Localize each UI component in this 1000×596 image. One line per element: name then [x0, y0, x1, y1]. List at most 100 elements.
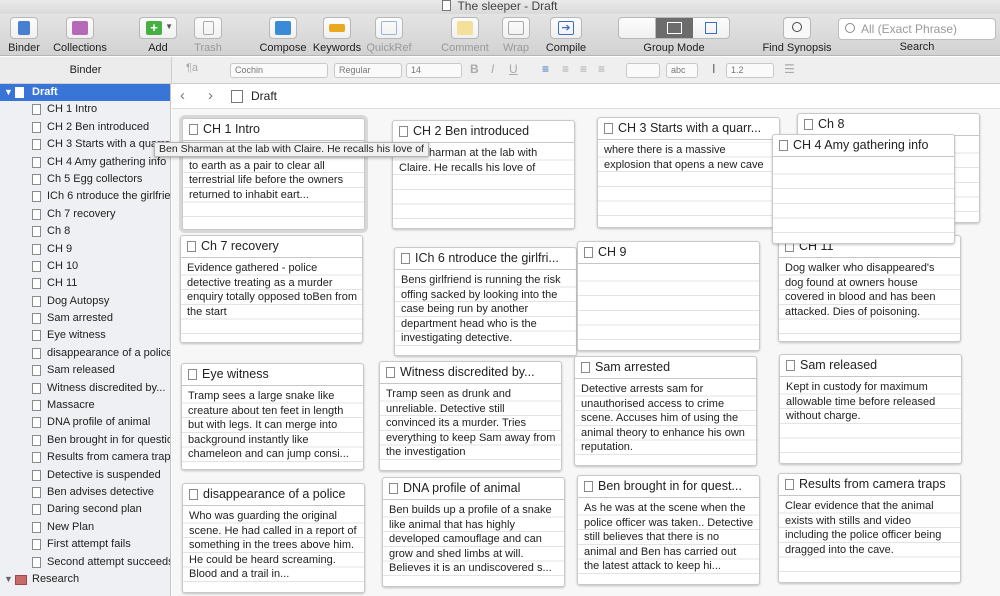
binder-item[interactable]: CH 11 [0, 275, 170, 292]
card-title[interactable]: Ben brought in for quest... [578, 476, 759, 498]
underline-icon[interactable]: U [509, 62, 518, 76]
card-synopsis[interactable]: Tramp seen as drunk and unreliable. Dete… [380, 384, 561, 470]
card-synopsis[interactable]: Ben builds up a profile of a snake like … [383, 500, 564, 586]
compose-button[interactable]: Compose [258, 17, 308, 54]
align-right-icon[interactable]: ≡ [580, 62, 587, 76]
binder-item[interactable]: Ch 5 Egg collectors [0, 171, 170, 188]
card-title[interactable]: disappearance of a police [183, 484, 364, 506]
card-synopsis[interactable]: Bens girlfriend is running the risk offi… [395, 270, 576, 355]
binder-item[interactable]: ICh 6 ntroduce the girlfriend [0, 188, 170, 205]
binder-item[interactable]: Sam released [0, 362, 170, 379]
index-card[interactable]: CH 11 Dog walker who disappeared's dog fo… [778, 235, 961, 342]
highlight-select[interactable]: abc [666, 63, 698, 78]
index-card[interactable]: Sam released Kept in custody for maximum … [779, 354, 962, 464]
card-title[interactable]: ICh 6 ntroduce the girlfri... [395, 248, 576, 270]
card-title[interactable]: DNA profile of animal [383, 478, 564, 500]
binder-item[interactable]: First attempt fails [0, 536, 170, 553]
card-synopsis[interactable]: As he was at the scene when the police o… [578, 498, 759, 584]
card-title[interactable]: CH 1 Intro [183, 119, 364, 141]
group-mode-control[interactable]: Group Mode [618, 17, 730, 54]
disclosure-triangle-icon[interactable]: ▼ [4, 571, 13, 588]
card-synopsis[interactable]: Detective arrests sam for unauthorised a… [575, 379, 756, 465]
index-card[interactable]: Witness discredited by... Tramp seen as d… [379, 361, 562, 471]
card-title[interactable]: Witness discredited by... [380, 362, 561, 384]
binder-research-folder[interactable]: ▼ Research [0, 571, 170, 588]
card-synopsis[interactable]: Kept in custody for maximum allowable ti… [780, 377, 961, 463]
index-card[interactable]: Eye witness Tramp sees a large snake like… [181, 363, 364, 470]
align-left-icon[interactable]: ≡ [542, 62, 549, 76]
trash-button[interactable]: Trash [188, 17, 228, 54]
binder-item[interactable]: CH 4 Amy gathering info [0, 154, 170, 171]
binder-item[interactable]: DNA profile of animal [0, 414, 170, 431]
disclosure-triangle-icon[interactable]: ▼ [4, 84, 13, 101]
index-card[interactable]: disappearance of a police Who was guardin… [182, 483, 365, 593]
card-title[interactable]: CH 3 Starts with a quarr... [598, 118, 779, 140]
binder-draft-folder[interactable]: ▼ Draft [0, 84, 170, 102]
binder-item[interactable]: New Plan [0, 519, 170, 536]
index-card[interactable]: CH 1 Introthe animal. Had been transport… [179, 115, 368, 233]
card-title[interactable]: CH 4 Amy gathering info [773, 135, 954, 157]
binder-item[interactable]: Daring second plan [0, 501, 170, 518]
align-justify-icon[interactable]: ≡ [598, 62, 605, 76]
wrap-button[interactable]: Wrap [496, 17, 536, 54]
binder-item[interactable]: Ch 7 recovery [0, 206, 170, 223]
index-card[interactable]: CH 4 Amy gathering info [772, 134, 955, 244]
binder-item[interactable]: Second attempt succeeds [0, 554, 170, 571]
back-arrow-icon[interactable]: ‹ [180, 87, 185, 104]
index-card[interactable]: ICh 6 ntroduce the girlfri... Bens girlfr… [394, 247, 577, 356]
binder-item[interactable]: Detective is suspended [0, 467, 170, 484]
binder-item[interactable]: Dog Autopsy [0, 293, 170, 310]
list-icon[interactable]: ☰ [784, 62, 795, 76]
bold-icon[interactable]: B [470, 62, 479, 76]
outline-mode-icon[interactable] [619, 18, 656, 38]
index-card[interactable]: Sam arrested Detective arrests sam for un… [574, 356, 757, 466]
card-title[interactable]: Eye witness [182, 364, 363, 386]
binder-item[interactable]: disappearance of a police [0, 345, 170, 362]
binder-item[interactable]: Results from camera traps [0, 449, 170, 466]
align-center-icon[interactable]: ≡ [562, 62, 569, 76]
index-card[interactable]: Results from camera traps Clear evidence … [778, 473, 961, 583]
binder-item[interactable]: Witness discredited by... [0, 380, 170, 397]
binder-item[interactable]: Ch 8 [0, 223, 170, 240]
card-synopsis[interactable]: Dog walker who disappeared's dog found a… [779, 258, 960, 341]
binder-button[interactable]: Binder [4, 17, 44, 54]
index-card[interactable]: CH 2 Ben introduced Ben Sharman at the la… [392, 120, 575, 229]
card-title[interactable]: Sam released [780, 355, 961, 377]
binder-item[interactable]: CH 3 Starts with a quarrel [0, 136, 170, 153]
binder-item[interactable]: CH 2 Ben introduced [0, 119, 170, 136]
binder-item[interactable]: CH 9 [0, 241, 170, 258]
binder-item[interactable]: Sam arrested [0, 310, 170, 327]
index-card[interactable]: Ben brought in for quest... As he was at … [577, 475, 760, 585]
card-title[interactable]: CH 2 Ben introduced [393, 121, 574, 143]
comment-button[interactable]: Comment [440, 17, 490, 54]
search-input[interactable]: All (Exact Phrase) [838, 18, 996, 40]
corkboard-mode-icon[interactable] [656, 18, 693, 38]
index-card[interactable]: DNA profile of animal Ben builds up a pro… [382, 477, 565, 587]
binder-item[interactable]: Ben advises detective [0, 484, 170, 501]
card-synopsis[interactable]: Clear evidence that the animal exists wi… [779, 496, 960, 582]
binder-item[interactable]: CH 10 [0, 258, 170, 275]
text-color-select[interactable] [626, 63, 660, 78]
card-title[interactable]: Sam arrested [575, 357, 756, 379]
font-size-select[interactable]: 14 [406, 63, 462, 78]
index-card[interactable]: Ch 7 recovery Evidence gathered - police … [180, 235, 363, 343]
paragraph-style-icon[interactable]: ¶a [186, 62, 198, 74]
card-synopsis[interactable]: where there is a massive explosion that … [598, 140, 779, 227]
add-button[interactable]: + ▼ Add [138, 17, 178, 54]
card-title[interactable]: Ch 8 [798, 114, 979, 136]
card-title[interactable]: CH 9 [578, 242, 759, 264]
forward-arrow-icon[interactable]: › [208, 87, 213, 104]
card-title[interactable]: Results from camera traps [779, 474, 960, 496]
index-card[interactable]: CH 9 [577, 241, 760, 351]
font-style-select[interactable]: Regular [334, 63, 402, 78]
card-synopsis[interactable] [578, 264, 759, 350]
compile-button[interactable]: ➔ Compile [542, 17, 590, 54]
keywords-button[interactable]: Keywords [312, 17, 362, 54]
index-card[interactable]: CH 3 Starts with a quarr... where there i… [597, 117, 780, 228]
italic-icon[interactable]: I [491, 62, 494, 76]
binder-item[interactable]: CH 1 Intro [0, 101, 170, 118]
card-synopsis[interactable] [773, 157, 954, 243]
binder-item[interactable]: Eye witness [0, 327, 170, 344]
line-spacing-select[interactable]: 1.2 [726, 63, 774, 78]
binder-item[interactable]: Massacre [0, 397, 170, 414]
